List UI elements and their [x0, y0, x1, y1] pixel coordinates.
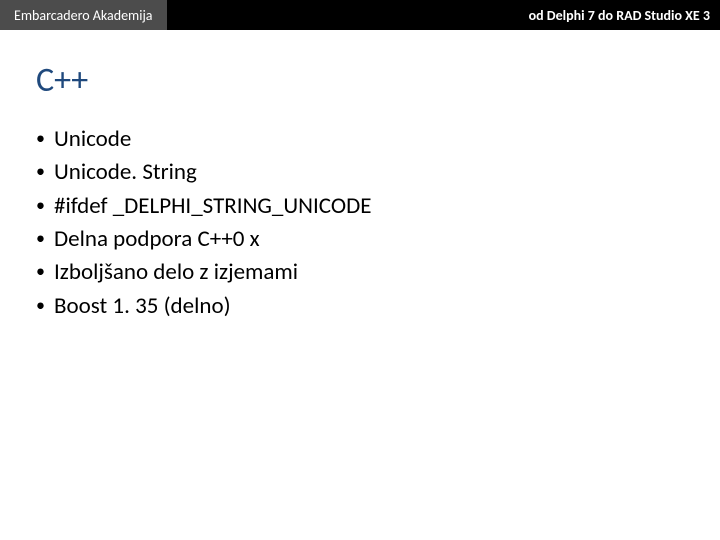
list-item: Unicode. String — [36, 156, 720, 189]
header-right-label: od Delphi 7 do RAD Studio XE 3 — [519, 0, 720, 30]
slide-title: C++ — [36, 60, 720, 101]
list-item: Unicode — [36, 123, 720, 156]
list-item: Boost 1. 35 (delno) — [36, 290, 720, 323]
slide-header: Embarcadero Akademija od Delphi 7 do RAD… — [0, 0, 720, 30]
header-left-label: Embarcadero Akademija — [0, 0, 167, 30]
list-item: Izboljšano delo z izjemami — [36, 256, 720, 289]
list-item: #ifdef _DELPHI_STRING_UNICODE — [36, 190, 720, 223]
list-item: Delna podpora C++0 x — [36, 223, 720, 256]
bullet-list: Unicode Unicode. String #ifdef _DELPHI_S… — [36, 123, 720, 323]
